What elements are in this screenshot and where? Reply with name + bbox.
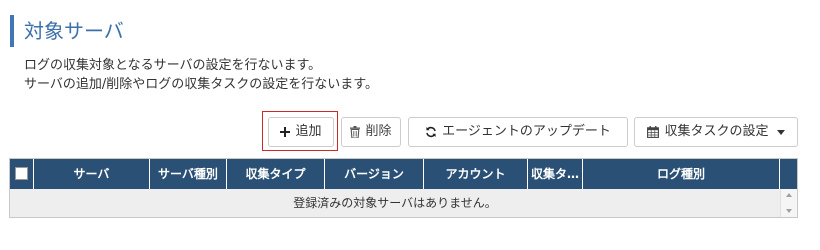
scroll-up-icon[interactable] (786, 193, 792, 197)
description-line-2: サーバの追加/削除やログの収集タスクの設定を行ないます。 (24, 77, 378, 92)
vertical-scrollbar[interactable] (780, 189, 797, 217)
column-header-server-type[interactable]: サーバ種別 (150, 159, 227, 189)
column-header-server[interactable]: サーバ (34, 159, 150, 189)
update-agent-label: エージェントのアップデート (442, 124, 611, 139)
delete-button-label: 削除 (365, 124, 392, 139)
page-description: ログの収集対象となるサーバの設定を行ないます。 サーバの追加/削除やログの収集タ… (24, 56, 378, 94)
grid-header: サーバ サーバ種別 収集タイプ バージョン アカウント 収集タ… ログ種別 (10, 159, 797, 189)
refresh-icon (425, 126, 437, 138)
column-header-version[interactable]: バージョン (325, 159, 424, 189)
toolbar: 追加 削除 エージェントのアップデート 収集タスクの設定 (0, 117, 820, 147)
select-all-checkbox[interactable] (15, 167, 28, 180)
add-button-label: 追加 (295, 124, 322, 139)
select-all-column (10, 159, 34, 189)
description-line-1: ログの収集対象となるサーバの設定を行ないます。 (24, 58, 322, 73)
grid-body: 登録済みの対象サーバはありません。 (10, 189, 797, 217)
scroll-down-icon[interactable] (786, 209, 792, 213)
plus-icon (280, 127, 291, 137)
page-title: 対象サーバ (10, 15, 124, 47)
collection-task-settings-dropdown[interactable]: 収集タスクの設定 (634, 117, 798, 147)
header-scrollbar-spacer (780, 159, 797, 189)
caret-down-icon (776, 129, 785, 135)
add-button[interactable]: 追加 (268, 117, 334, 147)
column-header-log-type[interactable]: ログ種別 (583, 159, 780, 189)
trash-icon (350, 126, 361, 138)
column-header-collection-type[interactable]: 収集タイプ (227, 159, 325, 189)
calendar-icon (647, 126, 660, 138)
column-header-account[interactable]: アカウント (424, 159, 528, 189)
delete-button[interactable]: 削除 (341, 117, 401, 147)
column-header-collection-task[interactable]: 収集タ… (528, 159, 583, 189)
update-agent-button[interactable]: エージェントのアップデート (408, 117, 628, 147)
empty-message: 登録済みの対象サーバはありません。 (293, 196, 497, 210)
collection-task-settings-label: 収集タスクの設定 (664, 124, 769, 139)
server-grid: サーバ サーバ種別 収集タイプ バージョン アカウント 収集タ… ログ種別 登録… (9, 158, 798, 218)
